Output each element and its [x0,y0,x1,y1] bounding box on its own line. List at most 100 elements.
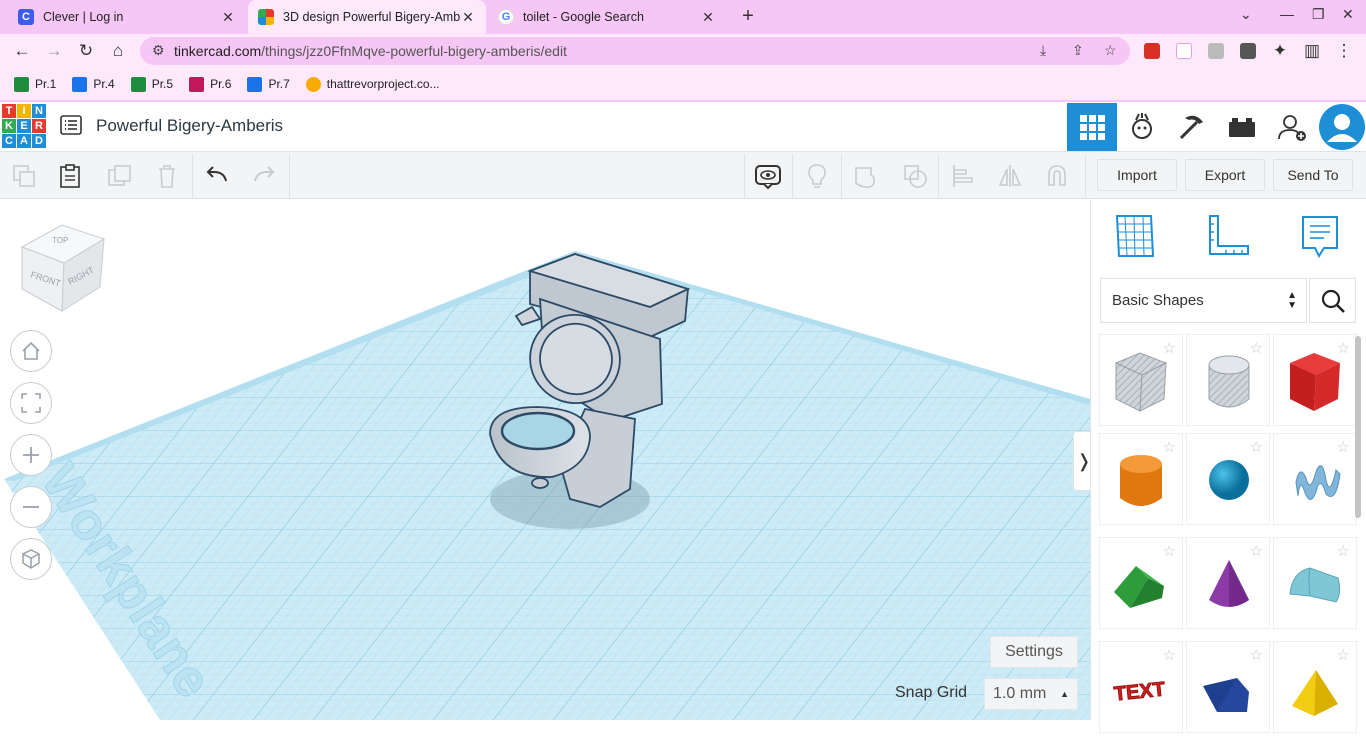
favorite-star-icon[interactable]: ☆ [1163,646,1176,664]
side-panel-icon[interactable]: ▥ [1301,40,1323,62]
minimize-icon[interactable]: — [1280,6,1294,22]
settings-button[interactable]: Settings [990,636,1078,668]
favorite-star-icon[interactable]: ☆ [1163,542,1176,560]
tab-search-icon[interactable]: ⌄ [1240,6,1252,23]
favorite-star-icon[interactable]: ☆ [1250,339,1263,357]
design-title[interactable]: Powerful Bigery-Amberis [96,116,283,136]
site-info-icon[interactable]: ⚙ [152,42,165,59]
shape-sphere[interactable]: ☆ [1186,433,1270,525]
export-button[interactable]: Export [1185,159,1265,191]
workplane-scene[interactable]: Workplane [0,199,1090,720]
forward-icon[interactable]: → [43,40,65,62]
new-tab-icon[interactable]: + [736,5,760,29]
circuits-icon[interactable] [1117,103,1167,151]
reload-icon[interactable]: ↻ [75,40,97,62]
close-tab-icon[interactable]: ✕ [220,9,236,26]
undo-icon[interactable] [200,159,234,193]
bookmark-star-icon[interactable]: ☆ [1104,42,1117,59]
ruler-icon[interactable] [1206,214,1250,263]
bricks-icon[interactable] [1217,103,1267,151]
magnet-icon[interactable] [1040,159,1074,193]
bookmark-item[interactable]: Pr.5 [130,76,173,92]
align-icon[interactable] [946,159,980,193]
tab-clever[interactable]: C Clever | Log in ✕ [8,0,246,34]
favorite-star-icon[interactable]: ☆ [1250,646,1263,664]
shape-cylinder[interactable]: ☆ [1099,433,1183,525]
mirror-icon[interactable] [993,159,1027,193]
shape-category-select[interactable]: Basic Shapes ▲ ▼ [1100,278,1307,323]
favorite-star-icon[interactable]: ☆ [1337,646,1350,664]
close-tab-icon[interactable]: ✕ [700,9,716,26]
shapes-scrollbar[interactable] [1355,336,1361,518]
redo-icon[interactable] [247,159,281,193]
group-icon[interactable] [849,159,883,193]
bookmark-item[interactable]: Pr.4 [72,76,115,92]
import-button[interactable]: Import [1097,159,1177,191]
3d-viewport[interactable]: Workplane TOP FRONT RIGHT [0,199,1090,720]
dropdown-arrow-icon: ▲ [1060,689,1069,699]
shape-text[interactable]: ☆ TEXT [1099,641,1183,733]
shape-pyramid[interactable]: ☆ [1273,641,1357,733]
add-user-icon[interactable] [1267,103,1317,151]
cube-top-label: TOP [52,236,68,245]
send-to-button[interactable]: Send To [1273,159,1353,191]
extension-gray-icon[interactable] [1208,43,1224,59]
home-view-icon[interactable] [10,330,52,372]
paste-icon[interactable] [53,159,87,193]
design-list-icon[interactable] [60,115,82,140]
view-cube[interactable]: TOP FRONT RIGHT [18,219,110,315]
light-bulb-icon[interactable] [800,159,834,193]
perspective-cube-icon[interactable] [10,538,52,580]
delete-icon[interactable] [150,159,184,193]
extension-dark-icon[interactable] [1240,43,1256,59]
favorite-star-icon[interactable]: ☆ [1250,542,1263,560]
menu-icon[interactable]: ⋮ [1333,40,1355,62]
tab-tinkercad[interactable]: 3D design Powerful Bigery-Amberis | Tink… [248,0,486,34]
bookmark-item[interactable]: Pr.1 [14,76,56,92]
shape-round-roof[interactable]: ☆ [1273,537,1357,629]
install-icon[interactable]: ⤓ [1040,42,1046,59]
shape-box-hole[interactable]: ☆ [1099,334,1183,426]
shape-box[interactable]: ☆ [1273,334,1357,426]
tab-google[interactable]: G toilet - Google Search ✕ [488,0,726,34]
extensions-puzzle-icon[interactable]: ✦ [1269,40,1291,62]
zoom-out-icon[interactable] [10,486,52,528]
favorite-star-icon[interactable]: ☆ [1337,339,1350,357]
favorite-star-icon[interactable]: ☆ [1250,438,1263,456]
share-icon[interactable]: ⇪ [1072,42,1084,59]
copy-icon[interactable] [7,159,41,193]
zoom-in-icon[interactable] [10,434,52,476]
back-icon[interactable]: ← [11,40,33,62]
fit-view-icon[interactable] [10,382,52,424]
shape-roof[interactable]: ☆ [1099,537,1183,629]
bookmark-item[interactable]: Pr.6 [189,76,231,92]
bookmark-item[interactable]: Pr.7 [247,76,290,92]
bookmark-item[interactable]: thattrevorproject.co... [305,76,440,92]
favorite-star-icon[interactable]: ☆ [1163,438,1176,456]
shape-cone[interactable]: ☆ [1186,537,1270,629]
extension-shield-icon[interactable] [1176,43,1192,59]
tinkercad-logo[interactable]: T I N K E R C A D [2,104,46,148]
favorite-star-icon[interactable]: ☆ [1337,438,1350,456]
snap-grid-select[interactable]: 1.0 mm ▲ [984,678,1078,710]
shape-wedge[interactable]: ☆ [1186,641,1270,733]
shape-scribble[interactable]: ☆ [1273,433,1357,525]
home-icon[interactable]: ⌂ [107,40,129,62]
ungroup-icon[interactable] [898,159,932,193]
avatar[interactable] [1318,103,1366,151]
notes-eye-icon[interactable] [751,159,785,193]
favorite-star-icon[interactable]: ☆ [1163,339,1176,357]
shape-cylinder-hole[interactable]: ☆ [1186,334,1270,426]
search-shapes-button[interactable] [1309,278,1356,323]
duplicate-icon[interactable] [103,159,137,193]
close-window-icon[interactable]: ✕ [1342,6,1354,23]
workplane-grid-icon[interactable] [1113,214,1157,263]
notes-icon[interactable] [1300,214,1340,265]
codeblocks-pickaxe-icon[interactable] [1167,103,1217,151]
extension-red-icon[interactable] [1144,43,1160,59]
3d-design-grid-icon[interactable] [1067,103,1117,151]
restore-icon[interactable]: ❐ [1312,6,1325,23]
favorite-star-icon[interactable]: ☆ [1337,542,1350,560]
address-bar[interactable]: ⚙ tinkercad.com/things/jzz0FfnMqve-power… [140,37,1130,65]
close-tab-icon[interactable]: ✕ [460,9,476,26]
